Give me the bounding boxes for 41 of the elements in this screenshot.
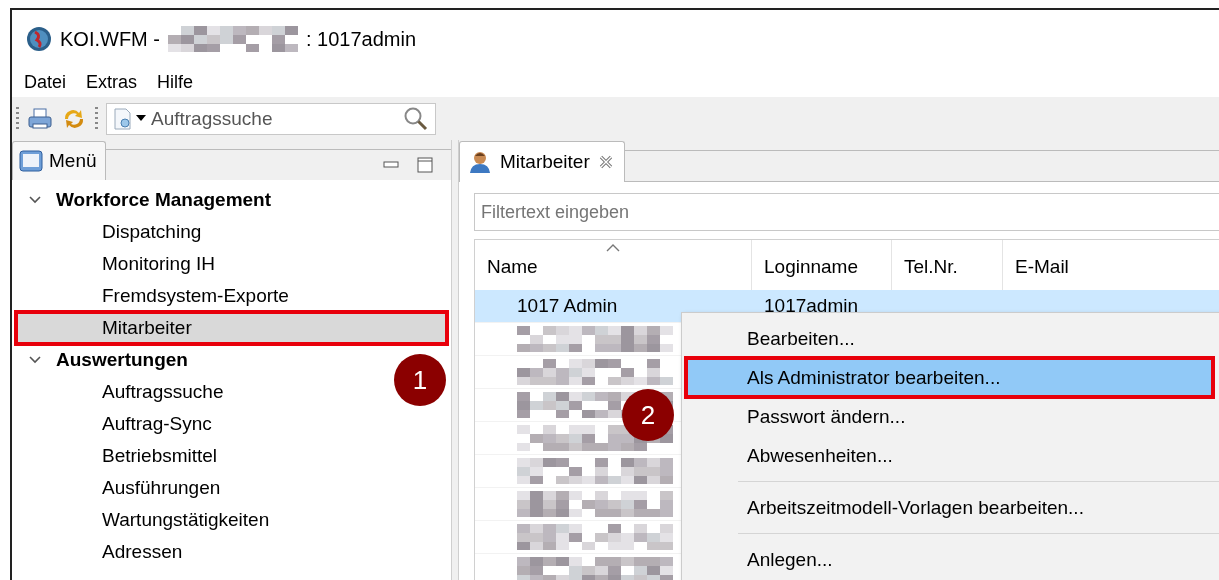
chevron-down-icon[interactable]	[28, 355, 42, 365]
mitarbeiter-tab[interactable]: Mitarbeiter	[459, 141, 625, 182]
tree-item[interactable]: Mitarbeiter	[16, 312, 447, 344]
close-icon[interactable]	[597, 154, 614, 170]
chevron-down-icon[interactable]	[28, 195, 42, 205]
window-title: : 1017admin	[306, 27, 417, 51]
search-field[interactable]: Auftragssuche	[106, 102, 436, 135]
menu-item[interactable]: Datei	[24, 72, 67, 93]
minimize-icon[interactable]	[383, 161, 399, 169]
context-menu-item[interactable]: Als Administrator bearbeiten...	[686, 358, 1213, 397]
tree-item[interactable]: Auftragssuche	[16, 376, 232, 408]
table-cell-text: 1017 Admin	[516, 295, 619, 317]
tree-group[interactable]: Auswertungen	[56, 349, 188, 371]
person-icon	[468, 150, 492, 174]
tree-item[interactable]: Monitoring IH	[16, 248, 223, 280]
sort-caret-icon	[606, 244, 620, 252]
tree-item[interactable]: Betriebsmittel	[16, 440, 226, 472]
app-globe-icon	[26, 26, 52, 52]
context-menu-item[interactable]: Passwort ändern...	[686, 397, 1213, 436]
context-menu-item[interactable]: Anlegen...	[686, 540, 1213, 579]
panel-icon	[19, 150, 43, 172]
tree-item[interactable]: Adressen	[16, 536, 191, 568]
print-icon[interactable]	[27, 106, 53, 131]
tree-item[interactable]: Dispatching	[16, 216, 210, 248]
tree-item[interactable]: Auftrag-Sync	[16, 408, 220, 440]
tree-item[interactable]: Wartungstätigkeiten	[16, 504, 278, 536]
maximize-icon[interactable]	[417, 157, 433, 173]
menu-item[interactable]: Extras	[86, 72, 138, 93]
menu-item[interactable]: Hilfe	[157, 72, 194, 93]
filter-field[interactable]: Filtertext eingeben	[474, 193, 1219, 231]
context-menu-item[interactable]: Abwesenheiten...	[686, 436, 1213, 475]
table-cell-text: 1017admin	[763, 295, 860, 317]
menu-tab[interactable]: Menü	[12, 141, 106, 180]
tree-item[interactable]: Ausführungen	[16, 472, 229, 504]
context-menu-item[interactable]: Bearbeiten...	[686, 319, 1213, 358]
context-menu-item[interactable]: Arbeitszeitmodell-Vorlagen bearbeiten...	[686, 488, 1213, 527]
search-icon[interactable]	[403, 105, 429, 132]
window-title: KOI.WFM -	[60, 27, 160, 51]
document-search-icon[interactable]	[113, 106, 147, 131]
tree-item[interactable]: Fremdsystem-Exporte	[16, 280, 297, 312]
tree-group[interactable]: Workforce Management	[56, 189, 272, 211]
